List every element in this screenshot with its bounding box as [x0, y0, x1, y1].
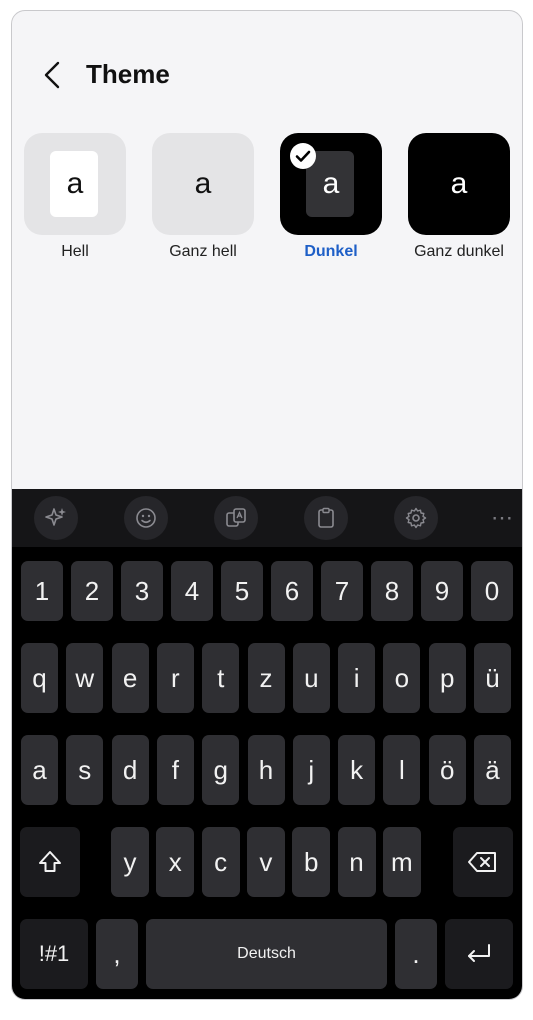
keyboard-toolbar: ⋯: [12, 489, 522, 547]
more-options-button[interactable]: ⋯: [480, 496, 522, 540]
page-title: Theme: [86, 59, 170, 89]
key-w[interactable]: w: [66, 643, 104, 713]
key-r[interactable]: r: [156, 643, 194, 713]
key-8[interactable]: 8: [371, 561, 413, 621]
sparkle-icon: [45, 508, 66, 526]
period-key[interactable]: .: [395, 919, 437, 989]
key-t[interactable]: t: [202, 643, 240, 713]
key-c[interactable]: c: [201, 827, 240, 897]
key-b[interactable]: b: [292, 827, 331, 897]
phone-frame: Theme a Hell a Ganz hell a Dunkel a Ganz…: [11, 10, 523, 1000]
key-i[interactable]: i: [338, 643, 376, 713]
shift-key[interactable]: [20, 827, 80, 897]
preview-letter: a: [450, 167, 468, 200]
key-a[interactable]: a: [21, 735, 58, 805]
key-v[interactable]: v: [246, 827, 285, 897]
key-4[interactable]: 4: [171, 561, 213, 621]
backspace-key[interactable]: [453, 827, 513, 897]
more-icon: ⋯: [491, 505, 513, 530]
chevron-left-icon: [44, 61, 60, 89]
theme-option-hell[interactable]: a Hell: [24, 133, 126, 261]
key-m[interactable]: m: [382, 827, 421, 897]
theme-option-ganz-dunkel[interactable]: a Ganz dunkel: [408, 133, 510, 261]
enter-icon: [468, 944, 490, 962]
keyboard: ⋯ 1234567890 qwertzuiopü asdfghjklöä yxcvbn…: [12, 489, 522, 999]
comma-key[interactable]: ,: [96, 919, 138, 989]
key-l[interactable]: l: [383, 735, 421, 805]
theme-preview: a: [280, 133, 382, 235]
key-0[interactable]: 0: [471, 561, 513, 621]
selected-check-icon: [290, 143, 316, 169]
key-g[interactable]: g: [202, 735, 240, 805]
theme-label: Ganz hell: [169, 243, 237, 260]
key-j[interactable]: j: [292, 735, 330, 805]
key-2[interactable]: 2: [71, 561, 113, 621]
theme-preview: a: [152, 133, 254, 235]
theme-option-ganz-hell[interactable]: a Ganz hell: [152, 133, 254, 261]
space-key[interactable]: Deutsch: [146, 919, 387, 989]
key-e[interactable]: e: [111, 643, 149, 713]
theme-label: Dunkel: [304, 243, 358, 260]
header: Theme: [12, 11, 522, 131]
preview-letter: a: [66, 167, 84, 200]
key-5[interactable]: 5: [221, 561, 263, 621]
theme-label: Hell: [61, 243, 89, 260]
key-6[interactable]: 6: [271, 561, 313, 621]
clipboard-icon: [318, 507, 334, 528]
emoji-button[interactable]: [124, 496, 168, 540]
settings-button[interactable]: [394, 496, 438, 540]
backspace-icon: [468, 852, 496, 872]
key-3[interactable]: 3: [121, 561, 163, 621]
theme-preview: a: [408, 133, 510, 235]
theme-options: a Hell a Ganz hell a Dunkel a Ganz dunke…: [12, 133, 522, 273]
key-ü[interactable]: ü: [474, 643, 511, 713]
preview-letter: a: [194, 167, 212, 200]
theme-label: Ganz dunkel: [414, 243, 504, 260]
clipboard-button[interactable]: [304, 496, 348, 540]
key-1[interactable]: 1: [21, 561, 63, 621]
translate-icon: [226, 508, 246, 527]
key-n[interactable]: n: [337, 827, 376, 897]
key-k[interactable]: k: [338, 735, 376, 805]
key-q[interactable]: q: [21, 643, 58, 713]
key-z[interactable]: z: [247, 643, 285, 713]
settings-icon: [405, 507, 427, 529]
emoji-icon: [136, 508, 156, 528]
symbols-key[interactable]: !#1: [20, 919, 88, 989]
back-button[interactable]: [40, 59, 68, 91]
enter-key[interactable]: [445, 919, 513, 989]
key-u[interactable]: u: [292, 643, 330, 713]
theme-option-dunkel[interactable]: a Dunkel: [280, 133, 382, 261]
key-d[interactable]: d: [111, 735, 149, 805]
key-h[interactable]: h: [247, 735, 285, 805]
key-x[interactable]: x: [156, 827, 195, 897]
key-s[interactable]: s: [66, 735, 104, 805]
shift-arrow-icon: [39, 851, 61, 872]
key-ä[interactable]: ä: [474, 735, 511, 805]
key-9[interactable]: 9: [421, 561, 463, 621]
key-ö[interactable]: ö: [428, 735, 466, 805]
key-y[interactable]: y: [111, 827, 149, 897]
ai-tools-button[interactable]: [34, 496, 78, 540]
key-o[interactable]: o: [383, 643, 421, 713]
translate-button[interactable]: [214, 496, 258, 540]
theme-preview: a: [24, 133, 126, 235]
key-p[interactable]: p: [428, 643, 466, 713]
key-f[interactable]: f: [156, 735, 194, 805]
key-7[interactable]: 7: [321, 561, 363, 621]
